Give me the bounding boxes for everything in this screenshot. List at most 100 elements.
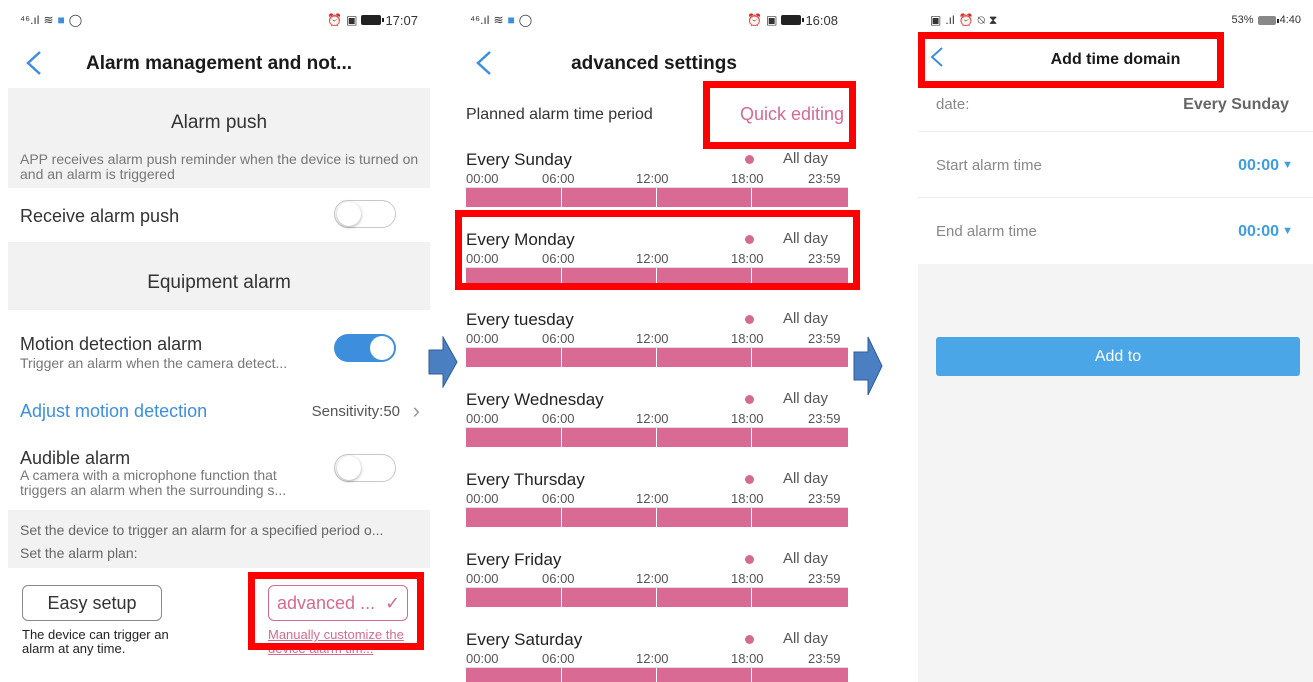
bar-divider (561, 588, 562, 607)
status-dot-icon (745, 235, 754, 244)
bar-divider (751, 668, 752, 682)
alarm-period-bar[interactable] (466, 268, 848, 287)
bar-divider (561, 668, 562, 682)
audible-alarm-description: A camera with a microphone function that… (20, 467, 287, 498)
time-tick-label: 23:59 (808, 571, 841, 586)
time-axis: 00:00 06:00 12:00 18:00 23:59 (466, 651, 848, 667)
back-arrow-icon[interactable] (20, 48, 50, 78)
bar-divider (656, 668, 657, 682)
time-axis: 00:00 06:00 12:00 18:00 23:59 (466, 411, 848, 427)
flow-arrow-icon (428, 336, 458, 388)
time-tick-label: 18:00 (731, 571, 764, 586)
adjust-motion-detection-link[interactable]: Adjust motion detection (20, 401, 207, 422)
quick-editing-link[interactable]: Quick editing (740, 104, 844, 125)
all-day-label: All day (782, 230, 828, 247)
nav-bar: advanced settings (458, 40, 850, 88)
motion-detection-label: Motion detection alarm (20, 334, 203, 354)
date-row[interactable]: date: Every Sunday (918, 84, 1313, 132)
motion-detection-toggle[interactable] (334, 334, 396, 362)
day-schedule-item[interactable]: Every Friday All day 00:00 06:00 12:00 18:00 2… (458, 550, 850, 628)
status-bar: ▣ .ıl ⏰ ⍉ ⧗ 53% 4:40 (918, 0, 1313, 40)
easy-setup-button[interactable]: Easy setup (22, 585, 162, 621)
page-title: advanced settings (571, 53, 737, 74)
time-tick-label: 00:00 (466, 411, 499, 426)
bar-divider (751, 508, 752, 527)
battery-icon (1257, 15, 1279, 25)
time-axis: 00:00 06:00 12:00 18:00 23:59 (466, 491, 848, 507)
app-notification-icon: ■ (57, 13, 65, 27)
end-alarm-time-value: 00:00 (1238, 223, 1279, 240)
bar-divider (561, 268, 562, 287)
day-schedule-item[interactable]: Every Thursday All day 00:00 06:00 12:00 18:0… (458, 470, 850, 548)
time-tick-label: 06:00 (542, 651, 575, 666)
alarm-period-bar[interactable] (466, 428, 848, 447)
hd-icon: ▣ (346, 13, 358, 27)
day-name: Every Monday (466, 230, 575, 249)
chevron-right-icon[interactable]: › (413, 398, 420, 424)
alarm-period-bar[interactable] (466, 348, 848, 367)
end-alarm-time-label: End alarm time (936, 223, 1037, 240)
time-tick-label: 18:00 (731, 251, 764, 266)
status-dot-icon (745, 155, 754, 164)
back-arrow-icon[interactable] (470, 48, 500, 78)
all-day-label: All day (782, 150, 828, 167)
all-day-label: All day (782, 630, 828, 647)
day-schedule-item[interactable]: Every Saturday All day 00:00 06:00 12:00 18:0… (458, 630, 850, 682)
bar-divider (561, 508, 562, 527)
alarm-period-bar[interactable] (466, 188, 848, 207)
equipment-alarm-panel: Motion detection alarm Trigger an alarm … (8, 310, 430, 510)
status-dot-icon (745, 635, 754, 644)
caret-down-icon: ▼ (1282, 225, 1293, 237)
add-to-button[interactable]: Add to (936, 337, 1300, 376)
app-notification-icon: ■ (507, 13, 515, 27)
alarm-plan-label: Set the alarm plan: (20, 545, 138, 561)
start-alarm-time-label: Start alarm time (936, 157, 1042, 174)
alarm-plan-description: Set the device to trigger an alarm for a… (20, 522, 384, 538)
whatsapp-icon: ◯ (68, 13, 83, 27)
status-time: 4:40 (1279, 14, 1301, 26)
planned-alarm-label: Planned alarm time period (466, 106, 653, 123)
time-tick-label: 12:00 (636, 171, 669, 186)
time-tick-label: 06:00 (542, 491, 575, 506)
alarm-period-bar[interactable] (466, 668, 848, 682)
receive-alarm-push-toggle[interactable] (334, 200, 396, 228)
time-tick-label: 18:00 (731, 491, 764, 506)
day-name: Every Thursday (466, 470, 585, 489)
audible-alarm-toggle[interactable] (334, 454, 396, 482)
end-alarm-time-row[interactable]: End alarm time 00:00 ▼ (918, 198, 1313, 264)
easy-setup-description: The device can trigger an alarm at any t… (22, 627, 169, 656)
bar-divider (561, 428, 562, 447)
time-axis: 00:00 06:00 12:00 18:00 23:59 (466, 331, 848, 347)
alarm-period-bar[interactable] (466, 588, 848, 607)
day-schedule-item[interactable]: Every tuesday All day 00:00 06:00 12:00 18:00… (458, 310, 850, 388)
advanced-setup-button[interactable]: advanced ... ✓ (268, 585, 408, 621)
advanced-setup-description[interactable]: Manually customize the device alarm tim.… (268, 628, 418, 656)
time-tick-label: 12:00 (636, 651, 669, 666)
bar-divider (656, 268, 657, 287)
status-time: 16:08 (805, 12, 838, 28)
status-dot-icon (745, 315, 754, 324)
cell-signal-icon: ⁴⁶.ıl (470, 13, 490, 27)
day-schedule-item[interactable]: Every Wednesday All day 00:00 06:00 12:00 18:… (458, 390, 850, 468)
time-tick-label: 00:00 (466, 571, 499, 586)
hd-icon: ▣ (766, 13, 778, 27)
time-tick-label: 00:00 (466, 331, 499, 346)
day-schedule-item[interactable]: Every Sunday All day 00:00 06:00 12:00 18:00 2… (458, 150, 850, 228)
bar-divider (751, 188, 752, 207)
all-day-label: All day (782, 550, 828, 567)
alarm-clock-icon: ⏰ (747, 13, 763, 27)
time-tick-label: 18:00 (731, 651, 764, 666)
whatsapp-icon: ◯ (518, 13, 533, 27)
start-alarm-time-row[interactable]: Start alarm time 00:00 ▼ (918, 132, 1313, 198)
back-arrow-icon[interactable] (924, 42, 954, 72)
cell-signal-icon: ⁴⁶.ıl (20, 13, 40, 27)
time-tick-label: 06:00 (542, 251, 575, 266)
status-dot-icon (745, 475, 754, 484)
all-day-label: All day (782, 390, 828, 407)
caret-down-icon: ▼ (1282, 159, 1293, 171)
day-schedule-item[interactable]: Every Monday All day 00:00 06:00 12:00 18:00 2… (458, 230, 850, 308)
status-time: 17:07 (385, 12, 418, 28)
alarm-period-bar[interactable] (466, 508, 848, 527)
time-tick-label: 12:00 (636, 411, 669, 426)
mute-icon: ⍉ (977, 12, 985, 27)
